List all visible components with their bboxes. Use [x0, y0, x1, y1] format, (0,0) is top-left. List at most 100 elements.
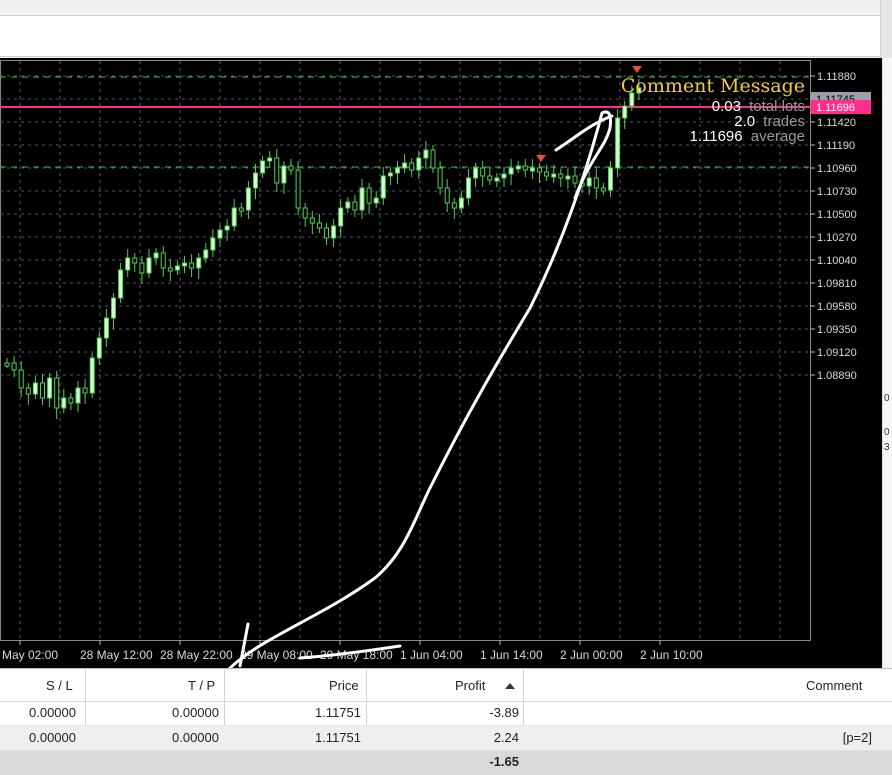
table-row[interactable]: 0.00000 0.00000 1.11751 2.24 [p=2] — [0, 726, 892, 751]
time-axis-label: 1 Jun 04:00 — [400, 648, 463, 662]
price-axis-label: 1.10040 — [817, 255, 857, 267]
candle-body — [409, 162, 415, 171]
trade-table[interactable]: S / L T / P Price Profit Comment 0.00000… — [0, 668, 892, 775]
price-axis-label: 1.09810 — [817, 278, 857, 290]
price-chart[interactable]: 1.118801.116501.114201.111901.109601.107… — [0, 58, 882, 668]
row-tp: 0.00000 — [172, 730, 219, 745]
candlestick-series — [4, 79, 642, 419]
candle-body — [380, 175, 386, 199]
candle-body — [608, 167, 613, 191]
candle-body — [416, 157, 422, 171]
window-edge — [880, 0, 892, 58]
price-axis-label: 1.10730 — [817, 186, 857, 198]
candle-body — [444, 187, 450, 204]
candle-body — [182, 262, 187, 267]
candle-body — [515, 165, 521, 170]
candle-body — [11, 362, 17, 371]
candle-body — [231, 207, 237, 227]
plot-frame — [0, 60, 811, 641]
candle-body — [324, 227, 329, 239]
column-header-profit[interactable]: Profit — [455, 678, 485, 693]
candle-body — [622, 105, 628, 119]
candle-body — [139, 262, 145, 274]
candle-body — [132, 257, 138, 264]
candle-body — [267, 157, 273, 162]
price-axis-label: 1.11880 — [817, 71, 856, 83]
candle-body — [75, 387, 81, 404]
candle-body — [316, 222, 322, 229]
candle-body — [466, 177, 471, 199]
total-row: -1.65 — [0, 751, 892, 775]
time-axis-label: 28 May 12:00 — [80, 648, 153, 662]
candle-body — [537, 167, 542, 173]
row-sl: 0.00000 — [29, 705, 76, 720]
candle-body — [338, 207, 344, 227]
row-comment: [p=2] — [842, 730, 872, 745]
candle-body — [61, 397, 67, 409]
candle-body — [451, 202, 457, 209]
time-axis-label: 2 Jun 00:00 — [560, 648, 623, 662]
candle-body — [238, 207, 244, 212]
candle-body — [402, 162, 408, 169]
candle-body — [47, 377, 53, 399]
candle-body — [274, 157, 280, 184]
candle-body — [82, 387, 88, 394]
candle-body — [160, 252, 166, 269]
candle-body — [565, 175, 571, 180]
candle-body — [174, 265, 180, 271]
column-header-tp[interactable]: T / P — [188, 678, 215, 693]
column-header-price[interactable]: Price — [329, 678, 359, 693]
row-profit: 2.24 — [493, 730, 519, 745]
candle-body — [203, 249, 209, 259]
candle-body — [295, 169, 301, 209]
column-header-sl[interactable]: S / L — [46, 678, 73, 693]
candle-body — [359, 187, 365, 211]
candle-body — [352, 201, 358, 211]
toolbar-area — [0, 0, 892, 58]
sell-arrow-icon — [632, 66, 642, 73]
candle-body — [600, 187, 606, 192]
candle-body — [494, 177, 500, 182]
candle-body — [68, 397, 74, 404]
price-axis-label: 1.10500 — [817, 209, 857, 221]
chart-canvas[interactable]: 1.118801.116501.114201.111901.109601.107… — [0, 58, 882, 668]
toolbar-strip — [0, 15, 880, 57]
table-row[interactable]: 0.00000 0.00000 1.11751 -3.89 — [0, 701, 892, 726]
candle-body — [146, 257, 152, 274]
column-header-comment[interactable]: Comment — [806, 678, 862, 693]
price-axis-label: 1.09350 — [817, 324, 857, 336]
chart-grid — [0, 60, 811, 641]
candle-body — [288, 165, 294, 171]
sort-ascending-icon[interactable] — [505, 683, 515, 689]
candle-body — [111, 297, 116, 319]
candle-body — [437, 167, 443, 189]
comment-title: Comment Message — [621, 75, 805, 97]
comment-average-line: 1.11696 average — [690, 128, 806, 145]
right-edge-mark: 0 — [884, 427, 890, 438]
time-axis-label: 1 Jun 14:00 — [480, 648, 543, 662]
candle-body — [522, 165, 528, 171]
row-price: 1.11751 — [314, 705, 361, 720]
candle-body — [302, 207, 308, 219]
candle-body — [586, 177, 592, 187]
candle-body — [529, 167, 535, 172]
candle-body — [224, 225, 230, 231]
time-axis-label: May 02:00 — [2, 648, 58, 662]
candle-body — [501, 173, 507, 179]
candle-body — [18, 369, 24, 389]
average-value: 1.11696 — [690, 128, 743, 145]
candle-body — [480, 167, 486, 177]
right-edge-mark: 3 — [884, 442, 890, 453]
candle-body — [40, 382, 45, 399]
candle-body — [387, 172, 393, 177]
candle-body — [167, 267, 173, 272]
candle-body — [54, 377, 60, 409]
candle-body — [366, 187, 372, 204]
candle-body — [32, 382, 38, 395]
time-axis: May 02:00 28 May 12:00 28 May 22:00 29 May … — [2, 640, 703, 662]
candle-body — [25, 387, 31, 395]
candle-body — [473, 167, 479, 179]
candle-body — [572, 175, 578, 184]
candle-body — [331, 225, 337, 239]
candle-body — [153, 252, 159, 259]
